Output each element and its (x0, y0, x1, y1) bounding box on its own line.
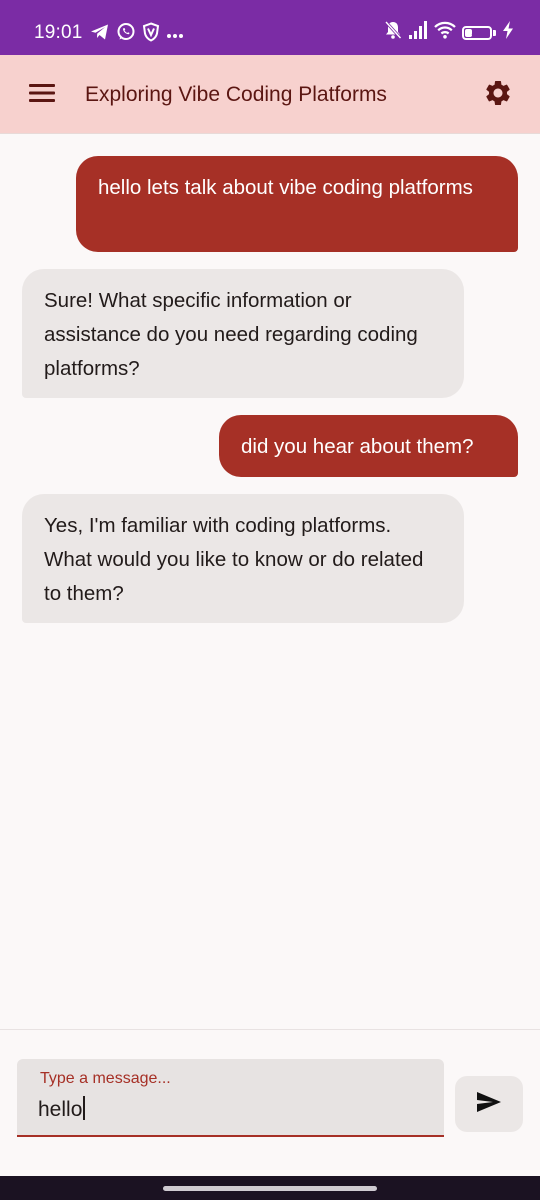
gear-icon (483, 78, 513, 113)
app-bar: Exploring Vibe Coding Platforms (0, 55, 540, 134)
status-bar: 19:01 29 (0, 0, 540, 55)
message-composer: Type a message... hello (0, 1030, 540, 1176)
user-message-bubble: did you hear about them? (219, 415, 518, 477)
assistant-message-bubble: Yes, I'm familiar with coding platforms.… (22, 494, 464, 623)
text-caret (83, 1096, 85, 1120)
user-message-bubble: hello lets talk about vibe coding platfo… (76, 156, 518, 252)
notifications-off-icon (384, 20, 402, 45)
assistant-message-bubble: Sure! What specific information or assis… (22, 269, 464, 398)
app-bar-divider (0, 133, 540, 134)
page-title: Exploring Vibe Coding Platforms (85, 83, 387, 106)
wifi-icon (434, 21, 456, 44)
system-navigation-bar (0, 1176, 540, 1200)
menu-button[interactable] (20, 73, 64, 117)
status-icons-left (90, 22, 184, 47)
battery-indicator: 29 (462, 25, 492, 40)
battery-tip (493, 29, 496, 36)
telegram-icon (90, 23, 110, 46)
vpn-shield-icon (142, 22, 160, 47)
message-input-value-wrapper: hello (38, 1096, 85, 1124)
whatsapp-icon (116, 22, 136, 47)
status-icons-right: 29 (384, 20, 514, 45)
signal-icon (408, 21, 428, 44)
message-input-label: Type a message... (40, 1070, 171, 1087)
battery-level: 29 (471, 26, 483, 38)
battery-icon: 29 (462, 25, 496, 40)
charging-bolt-icon (502, 21, 514, 44)
send-icon (476, 1091, 502, 1118)
send-button[interactable] (455, 1076, 523, 1132)
home-gesture-handle[interactable] (163, 1186, 377, 1191)
message-input[interactable]: Type a message... hello (17, 1059, 444, 1137)
more-dots-icon (166, 26, 184, 44)
message-input-value: hello (38, 1098, 83, 1121)
status-time: 19:01 (34, 22, 83, 43)
hamburger-menu-icon (28, 82, 56, 109)
settings-button[interactable] (476, 73, 520, 117)
